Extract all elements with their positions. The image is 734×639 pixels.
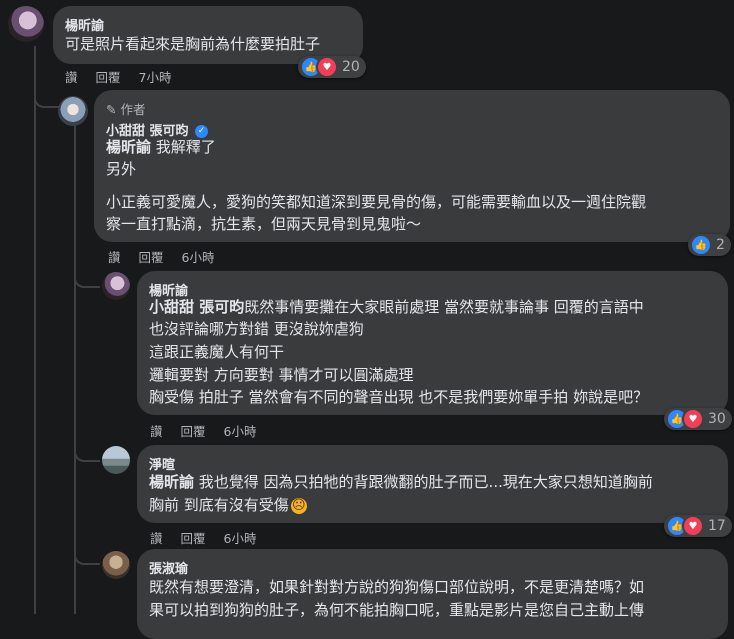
comment-actions: 讚 回覆 6小時: [108, 247, 214, 266]
comment-text: 可是照片看起來是胸前為什麼要拍肚子: [65, 35, 321, 53]
comment-author[interactable]: 楊昕諭: [65, 15, 104, 34]
love-reaction-icon: ♥: [682, 515, 704, 537]
comment-text: 既然有想要澄清，如果針對對方說的狗狗傷口部位說明，不是更清楚嗎？如: [149, 578, 645, 596]
comment-author[interactable]: 張淑瑜: [149, 558, 188, 577]
like-reaction-icon: 👍: [690, 234, 712, 256]
comment-text: 楊昕諭 我也覺得 因為只拍牠的背跟微翻的肚子而已...現在大家只想知道胸前: [149, 473, 653, 491]
mention-link[interactable]: 楊昕諭: [106, 138, 151, 156]
reaction-count: 2: [716, 237, 725, 253]
comment-text: 小正義可愛魔人，愛狗的笑都知道深到要見骨的傷，可能需要輸血以及一週住院觀: [106, 193, 647, 211]
comment-text: 察一直打點滴，抗生素，但兩天見骨到見鬼啦～: [106, 215, 422, 233]
reply-button[interactable]: 回覆: [181, 424, 206, 439]
comment-bubble: ✎ 作者 小甜甜 張可昀 ✓ 楊昕諭 我解釋了 另外 小正義可愛魔人，愛狗的笑都…: [94, 90, 730, 242]
comment-bubble: 張淑瑜 既然有想要澄清，如果針對對方說的狗狗傷口部位說明，不是更清楚嗎？如 果可…: [137, 549, 728, 639]
comment-actions: 讚 回覆 6小時: [150, 528, 256, 547]
thread-elbow: [74, 442, 100, 462]
thread-elbow: [74, 545, 100, 565]
thread-elbow: [34, 86, 60, 108]
comment-text: 楊昕諭 我解釋了: [106, 138, 216, 156]
love-reaction-icon: ♥: [316, 56, 338, 78]
author-badge: ✎ 作者: [106, 99, 145, 118]
love-reaction-icon: ♥: [682, 408, 704, 430]
reaction-summary[interactable]: 👍 ♥ 20: [298, 56, 366, 78]
like-button[interactable]: 讚: [150, 531, 163, 546]
reaction-summary[interactable]: 👍 ♥ 17: [664, 515, 732, 537]
reaction-summary[interactable]: 👍 2: [688, 234, 731, 256]
thread-line: [74, 125, 76, 614]
avatar[interactable]: [58, 96, 88, 126]
comment-text: 小甜甜 張可昀既然事情要攤在大家眼前處理 當然要就事論事 回覆的言語中: [149, 298, 644, 316]
comment-text: 胸受傷 拍肚子 當然會有不同的聲音出現 也不是我們要妳單手拍 妳說是吧？: [149, 388, 649, 406]
like-button[interactable]: 讚: [150, 424, 163, 439]
reaction-count: 17: [708, 518, 726, 534]
thread-line: [34, 100, 36, 614]
avatar[interactable]: [102, 272, 130, 300]
avatar[interactable]: [102, 446, 130, 474]
pencil-icon: ✎: [106, 102, 117, 117]
comment-time[interactable]: 6小時: [224, 424, 257, 439]
avatar[interactable]: [102, 551, 130, 579]
reply-button[interactable]: 回覆: [139, 250, 164, 265]
comment-text: 果可以拍到狗狗的肚子，為何不能拍胸口呢，重點是影片是您自己主動上傳: [149, 601, 645, 619]
reply-button[interactable]: 回覆: [181, 531, 206, 546]
reaction-count: 20: [342, 59, 360, 75]
comment-bubble: 淨暄 楊昕諭 我也覺得 因為只拍牠的背跟微翻的肚子而已...現在大家只想知道胸前…: [137, 445, 728, 523]
mention-link[interactable]: 小甜甜 張可昀: [149, 298, 244, 316]
sad-emoji-icon: ☹: [290, 497, 307, 514]
comment-text: 也沒評論哪方對錯 更沒說妳虐狗: [149, 320, 364, 338]
like-button[interactable]: 讚: [108, 250, 121, 265]
reply-button[interactable]: 回覆: [96, 70, 121, 85]
comment-text: 胸前 到底有沒有受傷 ☹: [149, 496, 307, 514]
comment-time[interactable]: 6小時: [224, 531, 257, 546]
comment-actions: 讚 回覆 6小時: [150, 421, 256, 440]
reaction-count: 30: [708, 411, 726, 427]
author-badge-label: 作者: [120, 102, 146, 117]
comment-time[interactable]: 7小時: [139, 70, 172, 85]
avatar[interactable]: [8, 6, 44, 42]
thread-elbow: [74, 268, 100, 288]
comment-text: 這跟正義魔人有何干: [149, 343, 285, 361]
comment-text: 邏輯要對 方向要對 事情才可以圓滿處理: [149, 366, 414, 384]
reaction-summary[interactable]: 👍 ♥ 30: [664, 408, 732, 430]
comment-bubble: 楊昕諭 小甜甜 張可昀既然事情要攤在大家眼前處理 當然要就事論事 回覆的言語中 …: [137, 271, 728, 415]
comment-actions: 讚 回覆 7小時: [65, 67, 171, 86]
like-button[interactable]: 讚: [65, 70, 78, 85]
comment-text: 另外: [106, 160, 137, 178]
mention-link[interactable]: 楊昕諭: [149, 473, 194, 491]
comment-time[interactable]: 6小時: [182, 250, 215, 265]
